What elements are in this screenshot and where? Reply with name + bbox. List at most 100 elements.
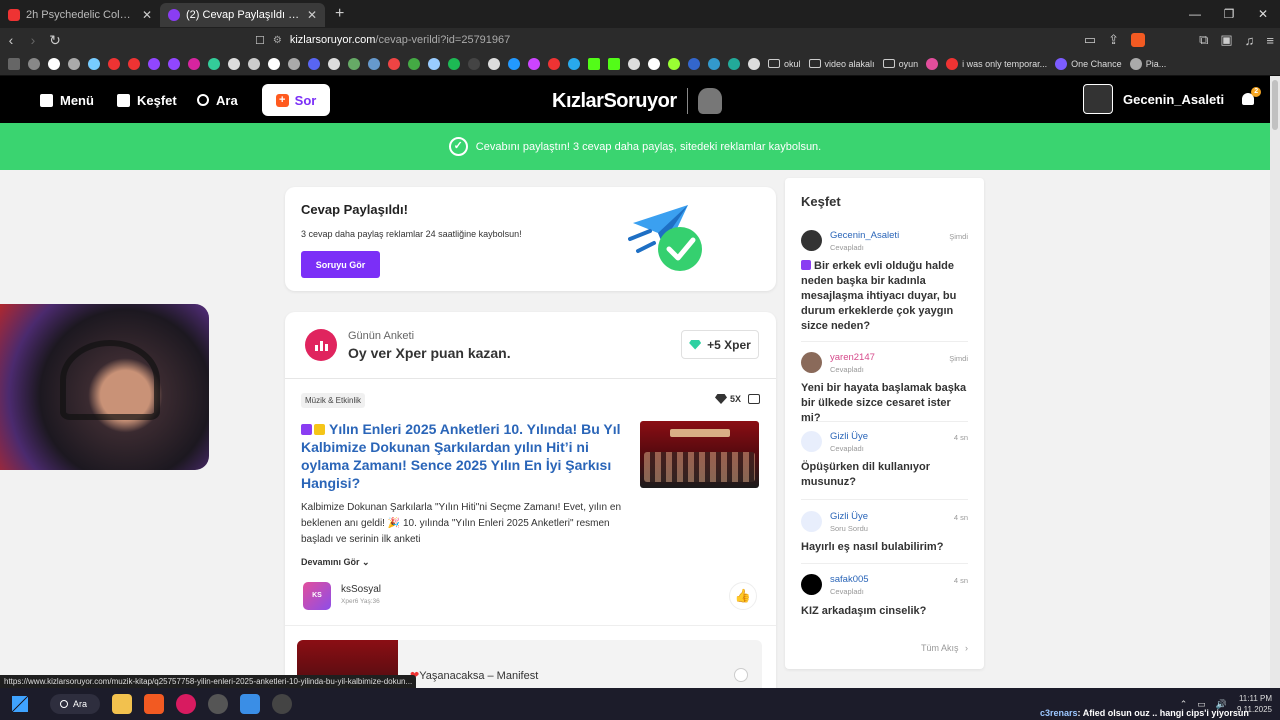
forward-icon[interactable]: › [22,32,44,48]
category-tag[interactable]: Müzik & Etkinlik [301,393,366,408]
windows-start-icon[interactable] [12,696,28,712]
feed-question[interactable]: Öpüşürken dil kullanıyor musunuz? [801,460,968,490]
tab-youtube[interactable]: 2h Psychedelic Colorful Neon Backgr ✕ [0,3,160,27]
avatar[interactable] [801,574,822,595]
bookmark-icon[interactable] [926,57,939,70]
bookmark-icon[interactable] [548,57,560,70]
reload-icon[interactable]: ↻ [44,32,66,49]
comment-icon[interactable] [748,394,760,404]
menu-icon[interactable]: ≡ [1266,33,1274,48]
avatar[interactable] [1083,84,1113,114]
google-icon[interactable] [48,57,60,70]
bookmark-icon[interactable] [648,57,660,70]
tiktok-icon[interactable] [268,57,280,70]
like-button[interactable]: 👍 [729,582,757,610]
obs-icon[interactable] [208,694,228,714]
kick-icon[interactable] [588,57,600,70]
restore-icon[interactable]: ❐ [1212,0,1246,28]
search-button[interactable]: Ara [197,86,238,114]
bookmark-link[interactable]: i was only temporar... [946,57,1047,70]
bookmark-icon[interactable] [208,57,220,70]
url-bar[interactable]: ☐ ⚙ kizlarsoruyor.com/cevap-verildi?id=2… [255,30,1000,50]
bookmark-link[interactable]: Pia... [1129,57,1166,70]
drive-icon[interactable] [408,57,420,70]
view-question-button[interactable]: Soruyu Gör [301,251,380,278]
question-thumbnail[interactable] [640,421,759,488]
bookmark-folder[interactable]: okul [768,59,801,69]
site-logo[interactable]: KızlarSoruyor [552,88,722,114]
bookmark-link[interactable]: One Chance [1055,57,1122,70]
bookmark-icon[interactable] [328,57,340,70]
user-menu[interactable]: Gecenin_Asaleti 2 [1083,84,1262,114]
photos-icon[interactable] [240,694,260,714]
spotify-icon[interactable] [448,57,460,70]
gmail-icon[interactable] [388,57,400,70]
bookmark-icon[interactable] [728,57,740,70]
avatar[interactable] [801,230,822,251]
minimize-icon[interactable]: — [1178,0,1212,28]
bookmark-icon[interactable] [288,57,300,70]
share-icon[interactable]: ⇪ [1108,32,1119,48]
site-info-icon[interactable]: ⚙ [273,35,282,46]
steam-icon[interactable] [272,694,292,714]
cast-icon[interactable]: ▭ [1084,32,1096,48]
feed-user[interactable]: safak005 [830,574,869,585]
author-avatar[interactable]: KS SOSYAL [303,582,331,627]
ask-button[interactable]: + Sor [262,84,330,116]
bookmark-icon[interactable] [748,57,760,70]
media-player-icon[interactable] [176,694,196,714]
bookmark-folder[interactable]: video alakalı [808,59,875,69]
file-explorer-icon[interactable] [112,694,132,714]
feed-user[interactable]: Gecenin_Asaleti [830,230,899,241]
bookmark-icon[interactable] [428,57,440,70]
option-radio[interactable] [734,668,748,682]
feed-question[interactable]: Yeni bir hayata başlamak başka bir ülked… [801,381,968,426]
bookmark-icon[interactable] [628,57,640,70]
brave-shields-icon[interactable] [1131,33,1146,47]
bookmark-icon[interactable] [248,57,260,70]
kick-icon[interactable] [608,57,620,70]
apps-icon[interactable] [8,57,20,70]
bookmark-icon[interactable] [668,57,680,70]
bookmark-icon[interactable] [708,57,720,70]
page-scrollbar[interactable] [1270,76,1280,688]
telegram-icon[interactable] [568,57,580,70]
tab-kizlarsoruyor[interactable]: (2) Cevap Paylaşıldı - KizlarSoruyo ✕ [160,3,325,27]
taskbar-search[interactable]: Ara [50,694,100,714]
wallet-icon[interactable]: ▣ [1220,32,1232,48]
bookmark-icon[interactable] [688,57,700,70]
all-flow-link[interactable]: Tüm Akış › [921,643,968,653]
close-window-icon[interactable]: ✕ [1246,0,1280,28]
history-icon[interactable] [28,57,40,70]
bookmark-icon[interactable] [528,57,540,70]
feed-user[interactable]: yaren2147 [830,352,875,363]
discord-icon[interactable] [308,57,320,70]
feed-question[interactable]: KIZ arkadaşım cinselik? [801,604,968,619]
bookmark-icon[interactable] [88,57,100,70]
bookmark-icon[interactable]: ☐ [255,34,265,47]
bookmark-icon[interactable] [368,57,380,70]
bookmark-icon[interactable] [348,57,360,70]
youtube-icon[interactable] [128,57,140,70]
youtube-icon[interactable] [108,57,120,70]
avatar[interactable] [801,352,822,373]
bookmark-icon[interactable] [508,57,520,70]
github-icon[interactable] [488,57,500,70]
question-title-link[interactable]: Yılın Enleri 2025 Anketleri 10. Yılında!… [301,420,629,492]
bookmark-folder[interactable]: oyun [882,59,918,69]
bell-icon[interactable]: 2 [1242,87,1262,105]
author-name[interactable]: ksSosyal [341,584,381,595]
read-more-button[interactable]: Devamını Gör ⌄ [301,557,370,568]
close-tab-icon[interactable]: ✕ [142,8,152,22]
feed-question[interactable]: Bir erkek evli olduğu halde neden başka … [801,259,968,334]
bookmark-icon[interactable] [68,57,80,70]
scrollbar-thumb[interactable] [1272,80,1278,130]
back-icon[interactable]: ‹ [0,32,22,48]
media-icon[interactable]: ♫ [1245,33,1255,48]
new-tab-button[interactable]: + [325,5,354,23]
menu-button[interactable]: Menü [40,86,94,114]
close-tab-icon[interactable]: ✕ [307,8,317,22]
x-icon[interactable] [228,57,240,70]
feed-question[interactable]: Hayırlı eş nasıl bulabilirim? [801,540,968,555]
bookmark-icon[interactable] [468,57,480,70]
